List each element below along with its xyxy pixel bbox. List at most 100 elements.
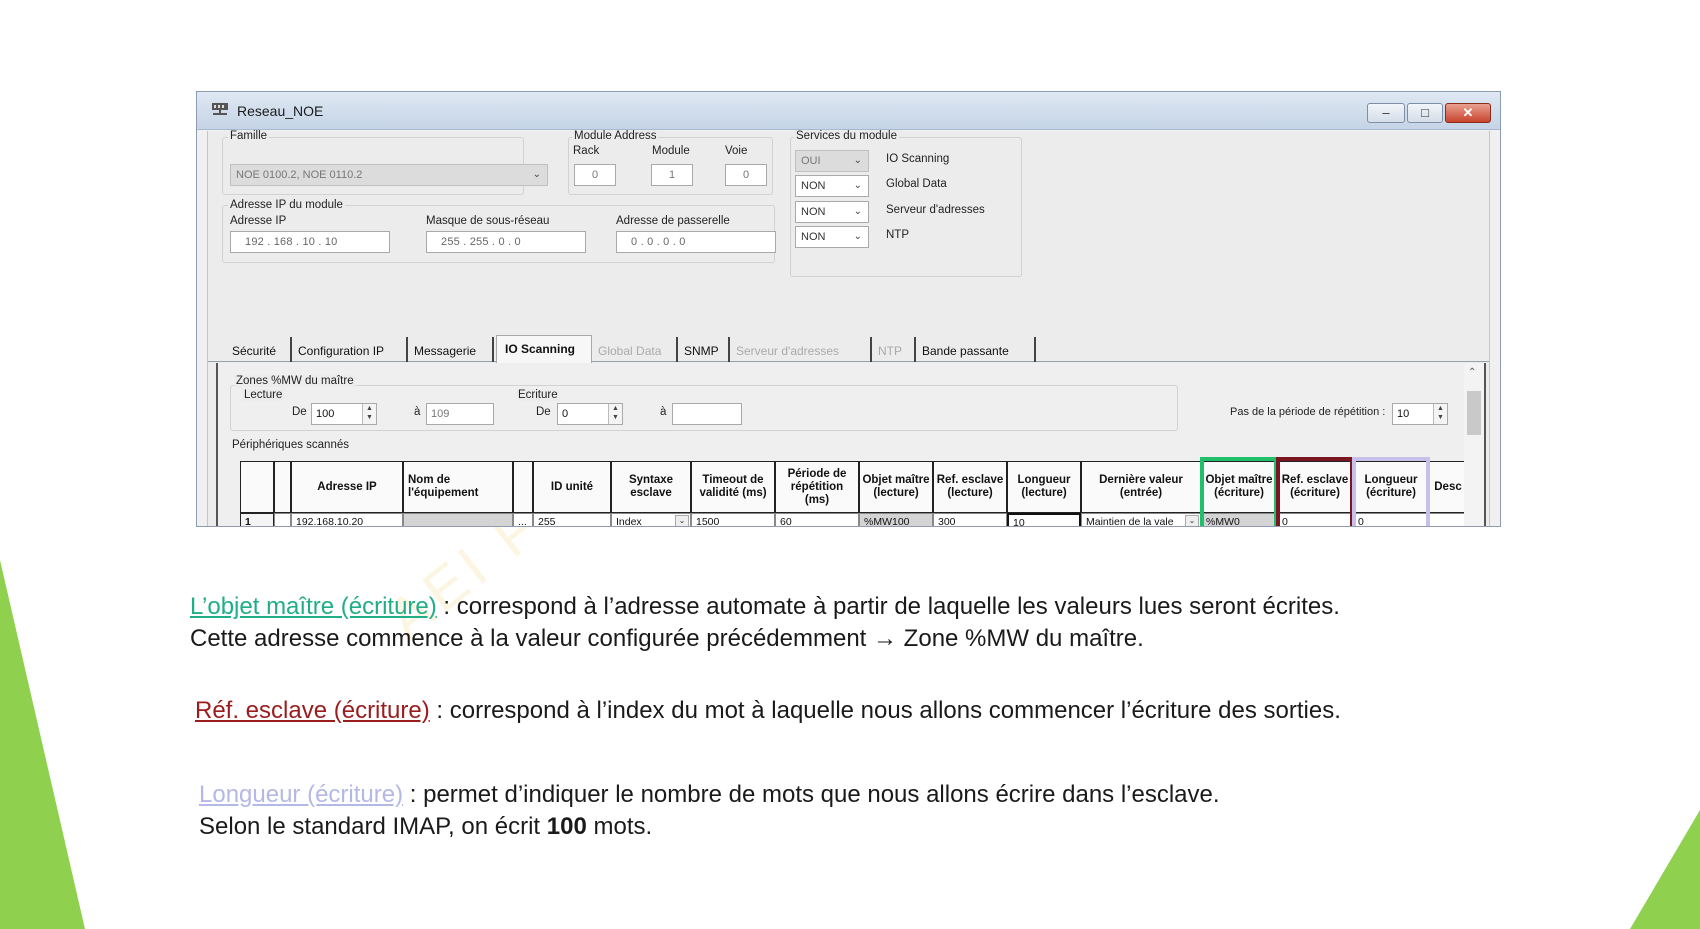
word-count: 100 [546, 813, 587, 840]
cell-description[interactable] [1429, 513, 1467, 526]
spin-arrows-icon[interactable]: ▲ ▼ [362, 404, 376, 424]
tab-securite[interactable]: Sécurité [228, 337, 292, 362]
left-accent-triangle [0, 560, 85, 929]
famille-label: Famille [228, 130, 270, 142]
cell-periode[interactable]: 60 [775, 513, 859, 526]
periode-label: Pas de la période de répétition : [1230, 406, 1386, 418]
maximize-button[interactable]: □ [1407, 103, 1443, 123]
header-description: Desc [1429, 461, 1467, 513]
tab-snmp[interactable]: SNMP [680, 337, 730, 362]
voie-label: Voie [725, 145, 748, 157]
ecriture-a-field[interactable] [672, 403, 742, 425]
ecriture-de-label: De [536, 406, 551, 418]
header-objet-maitre-ecriture: Objet maître (écriture) [1201, 461, 1277, 513]
chevron-down-icon[interactable]: ⌄ [675, 515, 689, 526]
service-select-io-scanning[interactable]: OUI ⌄ [795, 150, 869, 172]
cell-value: ... [518, 516, 527, 527]
reseau-noe-window: Reseau_NOE – □ ✕ Famille NOE 0100.2, NOE… [196, 91, 1501, 527]
module-field[interactable]: 1 [651, 164, 693, 186]
lecture-label: Lecture [242, 389, 285, 401]
header-row-status [274, 461, 291, 513]
close-button[interactable]: ✕ [1445, 103, 1491, 123]
service-select-serveur-adresses[interactable]: NON ⌄ [795, 201, 869, 223]
service-name-global-data: Global Data [886, 178, 947, 190]
subnet-mask-field[interactable]: 255 . 255 . 0 . 0 [426, 231, 586, 253]
tab-bande-passante[interactable]: Bande passante [918, 337, 1036, 362]
gateway-field[interactable]: 0 . 0 . 0 . 0 [616, 231, 776, 253]
cell-longueur-ecriture[interactable]: 0 [1353, 513, 1429, 526]
tab-bar: Sécurité Configuration IP Messagerie IO … [208, 335, 1489, 363]
objet-maitre-text: : correspond à l’adresse automate à part… [436, 593, 1340, 620]
tab-ntp[interactable]: NTP [874, 337, 916, 362]
lecture-de-field[interactable]: 100 ▲ ▼ [311, 403, 377, 425]
ip-module-label: Adresse IP du module [228, 199, 345, 211]
service-select-ntp[interactable]: NON ⌄ [795, 226, 869, 248]
voie-field[interactable]: 0 [725, 164, 767, 186]
header-row-header [240, 461, 274, 513]
ip-label: Adresse IP [230, 215, 287, 227]
lecture-de-value: 100 [316, 408, 335, 420]
title-bar[interactable]: Reseau_NOE – □ ✕ [197, 92, 1500, 130]
peripheriques-label: Périphériques scannés [232, 439, 349, 451]
cell-row-status[interactable] [274, 513, 291, 526]
header-periode: Période de répétition (ms) [775, 461, 859, 513]
cell-value: 1500 [696, 516, 720, 527]
spin-arrows-icon[interactable]: ▲ ▼ [1433, 404, 1447, 424]
lecture-a-field[interactable]: 109 [426, 403, 494, 425]
window-title: Reseau_NOE [237, 103, 324, 119]
tab-serveur-adresses[interactable]: Serveur d'adresses [732, 337, 872, 362]
cell-value: Maintien de la vale [1086, 516, 1174, 527]
cell-objet-maitre-lecture[interactable]: %MW100 [859, 513, 933, 527]
lecture-a-label: à [414, 406, 421, 418]
minimize-button[interactable]: – [1367, 103, 1405, 123]
close-icon: ✕ [1462, 105, 1474, 120]
cell-value: %MW100 [864, 516, 910, 527]
cell-value: Index [616, 516, 642, 527]
header-syntaxe-esclave: Syntaxe esclave [611, 461, 691, 513]
tab-configuration-ip[interactable]: Configuration IP [294, 337, 408, 362]
module-label: Module [652, 145, 690, 157]
vertical-scrollbar[interactable]: ⌃ [1464, 363, 1484, 526]
service-value: NON [801, 180, 826, 192]
cell-value: 192.168.10.20 [296, 516, 364, 527]
cell-longueur-lecture[interactable]: 10 [1007, 513, 1081, 526]
module-address-label: Module Address [572, 130, 659, 142]
cell-nom-equipement[interactable] [403, 513, 513, 526]
cell-timeout[interactable]: 1500 [691, 513, 775, 527]
header-ref-esclave-lecture: Ref. esclave (lecture) [933, 461, 1007, 513]
cell-browse[interactable]: ... [513, 513, 533, 527]
tab-io-scanning[interactable]: IO Scanning [496, 335, 592, 363]
cell-derniere-valeur[interactable]: Maintien de la vale ⌄ [1081, 513, 1201, 527]
cell-value: %MW0 [1206, 516, 1240, 527]
tab-messagerie[interactable]: Messagerie [410, 337, 494, 362]
header-derniere-valeur: Dernière valeur (entrée) [1081, 461, 1201, 513]
spin-arrows-icon[interactable]: ▲ ▼ [608, 404, 622, 424]
cell-ref-esclave-ecriture[interactable]: 0 [1277, 513, 1353, 527]
cell-adresse-ip[interactable]: 192.168.10.20 [291, 513, 403, 527]
longueur-text: : permet d’indiquer le nombre de mots qu… [403, 781, 1220, 808]
cell-ref-esclave-lecture[interactable]: 300 [933, 513, 1007, 526]
rack-field[interactable]: 0 [574, 164, 616, 186]
chevron-up-icon[interactable]: ⌃ [1468, 367, 1476, 378]
scrollbar-thumb[interactable] [1467, 391, 1481, 435]
cell-value: 0 [1282, 516, 1288, 527]
longueur-paragraph-line2: Selon le standard IMAP, on écrit 100 mot… [199, 813, 652, 841]
cell-objet-maitre-ecriture[interactable]: %MW0 [1201, 513, 1277, 527]
maximize-icon: □ [1421, 105, 1429, 120]
famille-value: NOE 0100.2, NOE 0110.2 [236, 169, 363, 181]
network-app-icon [212, 103, 228, 115]
periode-field[interactable]: 10 ▲ ▼ [1392, 403, 1448, 425]
imap-text-end: mots. [586, 813, 653, 840]
ecriture-de-field[interactable]: 0 ▲ ▼ [557, 403, 623, 425]
chevron-down-icon[interactable]: ⌄ [1185, 515, 1199, 526]
tab-global-data[interactable]: Global Data [594, 337, 678, 362]
cell-id-unite[interactable]: 255 [533, 513, 611, 526]
lecture-de-label: De [292, 406, 307, 418]
window-content: Famille NOE 0100.2, NOE 0110.2 ⌄ Module … [207, 130, 1490, 527]
imap-text: Selon le standard IMAP, on écrit [199, 813, 547, 840]
cell-syntaxe-esclave[interactable]: Index ⌄ [611, 513, 691, 527]
famille-select[interactable]: NOE 0100.2, NOE 0110.2 ⌄ [230, 164, 548, 186]
service-select-global-data[interactable]: NON ⌄ [795, 175, 869, 197]
ip-address-field[interactable]: 192 . 168 . 10 . 10 [230, 231, 390, 253]
header-adresse-ip: Adresse IP [291, 461, 403, 513]
